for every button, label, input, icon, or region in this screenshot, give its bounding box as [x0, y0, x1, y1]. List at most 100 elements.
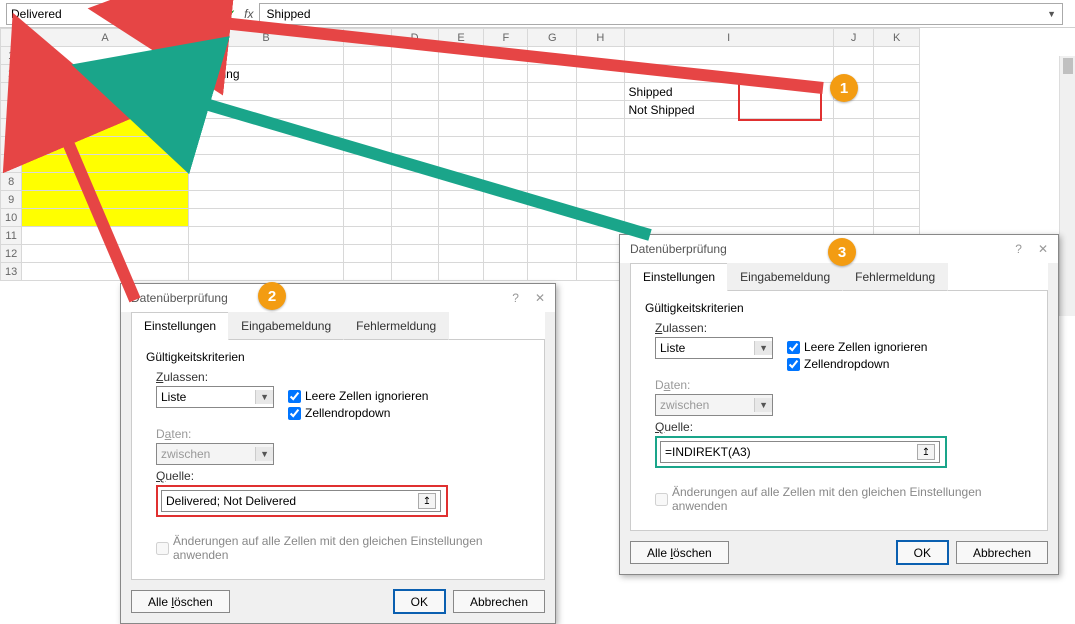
cell[interactable]: Not Shipped	[624, 101, 833, 119]
in-cell-dropdown-checkbox[interactable]: Zellendropdown	[787, 357, 927, 371]
row-header[interactable]: 2	[1, 65, 22, 83]
tab-error-alert[interactable]: Fehlermeldung	[842, 263, 948, 291]
formula-value: Shipped	[266, 7, 310, 21]
tab-settings[interactable]: Einstellungen	[630, 263, 728, 291]
row-header[interactable]: 8	[1, 173, 22, 191]
source-label: Quelle:	[156, 469, 530, 483]
allow-dropdown[interactable]: Liste▼	[655, 337, 773, 359]
accept-icon[interactable]: ✓	[226, 7, 236, 21]
chevron-down-icon: ▼	[255, 390, 273, 404]
row-header[interactable]: 9	[1, 191, 22, 209]
dialog-body: Gültigkeitskriterien Zulassen: Liste▼ Le…	[630, 290, 1048, 531]
row-header[interactable]: 11	[1, 227, 22, 245]
badge-3: 3	[828, 238, 856, 266]
formula-bar: Delivered ▼ ⋮ ✕ ✓ fx Shipped ▼	[0, 0, 1075, 28]
tab-settings[interactable]: Einstellungen	[131, 312, 229, 340]
col-header[interactable]: E	[438, 29, 484, 47]
range-select-icon[interactable]: ↥	[917, 444, 935, 460]
dialog-buttons: Alle löschen OK Abbrechen	[121, 580, 555, 623]
fx-buttons: ✕ ✓ fx	[208, 7, 253, 21]
data-validation-dialog-2: Datenüberprüfung ? ✕ Einstellungen Eingab…	[120, 283, 556, 624]
chevron-down-icon[interactable]: ▼	[162, 9, 171, 19]
cancel-button[interactable]: Abbrechen	[956, 541, 1048, 564]
dialog-title: Datenüberprüfung	[131, 291, 228, 305]
col-header[interactable]: G	[528, 29, 577, 47]
dialog-title: Datenüberprüfung	[630, 242, 727, 256]
data-validation-dialog-3: Datenüberprüfung ? ✕ Einstellungen Eingab…	[619, 234, 1059, 575]
cell[interactable]: Shipping	[188, 65, 343, 83]
col-header[interactable]: H	[577, 29, 624, 47]
row-header[interactable]: 13	[1, 263, 22, 281]
row-header[interactable]: 4	[1, 101, 22, 119]
source-input[interactable]: Delivered; Not Delivered↥	[161, 490, 441, 512]
col-header[interactable]: K	[874, 29, 920, 47]
col-header[interactable]: F	[484, 29, 528, 47]
chevron-down-icon[interactable]: ▼	[1047, 9, 1056, 19]
cell[interactable]: Delivered	[22, 83, 189, 101]
data-dropdown: zwischen▼	[655, 394, 773, 416]
data-label: Daten:	[156, 427, 530, 441]
dialog-tabs: Einstellungen Eingabemeldung Fehlermeldu…	[131, 312, 545, 340]
badge-1: 1	[830, 74, 858, 102]
row-header[interactable]: 7	[1, 155, 22, 173]
help-icon[interactable]: ?	[512, 291, 519, 305]
help-icon[interactable]: ?	[1015, 242, 1022, 256]
criteria-label: Gültigkeitskriterien	[645, 301, 1033, 315]
dialog-tabs: Einstellungen Eingabemeldung Fehlermeldu…	[630, 263, 1048, 291]
fx-icon[interactable]: fx	[244, 7, 253, 21]
ignore-blank-checkbox[interactable]: Leere Zellen ignorieren	[288, 389, 428, 403]
allow-dropdown[interactable]: Liste▼	[156, 386, 274, 408]
cancel-button[interactable]: Abbrechen	[453, 590, 545, 613]
ok-button[interactable]: OK	[897, 541, 948, 564]
dialog-titlebar[interactable]: Datenüberprüfung ? ✕	[121, 284, 555, 312]
chevron-down-icon: ▼	[754, 341, 772, 355]
allow-label: Zulassen:	[156, 370, 530, 384]
chevron-down-icon: ▼	[255, 447, 273, 461]
row-header[interactable]: 1	[1, 47, 22, 65]
separator: ⋮	[182, 5, 202, 22]
in-cell-dropdown-checkbox[interactable]: Zellendropdown	[288, 406, 428, 420]
cancel-icon[interactable]: ✕	[208, 7, 218, 21]
close-icon[interactable]: ✕	[535, 291, 545, 305]
apply-all-checkbox: Änderungen auf alle Zellen mit den gleic…	[156, 534, 530, 562]
col-header[interactable]: A	[22, 29, 189, 47]
tab-input-message[interactable]: Eingabemeldung	[727, 263, 843, 291]
formula-input[interactable]: Shipped ▼	[259, 3, 1063, 25]
row-header[interactable]: 3	[1, 83, 22, 101]
source-input[interactable]: =INDIREKT(A3)↥	[660, 441, 940, 463]
source-label: Quelle:	[655, 420, 1033, 434]
row-header[interactable]: 5	[1, 119, 22, 137]
ok-button[interactable]: OK	[394, 590, 445, 613]
criteria-label: Gültigkeitskriterien	[146, 350, 530, 364]
cell[interactable]: Status	[22, 65, 189, 83]
row-header[interactable]: 10	[1, 209, 22, 227]
scroll-thumb[interactable]	[1063, 58, 1073, 74]
data-label: Daten:	[655, 378, 1033, 392]
cell[interactable]: Shipped	[624, 83, 833, 101]
apply-all-checkbox: Änderungen auf alle Zellen mit den gleic…	[655, 485, 1033, 513]
tab-input-message[interactable]: Eingabemeldung	[228, 312, 344, 340]
clear-all-button[interactable]: Alle löschen	[131, 590, 230, 613]
vertical-scrollbar[interactable]	[1059, 56, 1075, 316]
ignore-blank-checkbox[interactable]: Leere Zellen ignorieren	[787, 340, 927, 354]
chevron-down-icon: ▼	[754, 398, 772, 412]
name-box-value: Delivered	[11, 7, 62, 21]
row-header[interactable]: 6	[1, 137, 22, 155]
col-header[interactable]: J	[833, 29, 873, 47]
col-header[interactable]: I	[624, 29, 833, 47]
badge-2: 2	[258, 282, 286, 310]
range-select-icon[interactable]: ↥	[418, 493, 436, 509]
tab-error-alert[interactable]: Fehlermeldung	[343, 312, 449, 340]
close-icon[interactable]: ✕	[1038, 242, 1048, 256]
name-box[interactable]: Delivered ▼	[6, 3, 176, 25]
col-header[interactable]: D	[391, 29, 438, 47]
dialog-body: Gültigkeitskriterien Zulassen: Liste▼ Le…	[131, 339, 545, 580]
col-header[interactable]: B	[188, 29, 343, 47]
dialog-buttons: Alle löschen OK Abbrechen	[620, 531, 1058, 574]
clear-all-button[interactable]: Alle löschen	[630, 541, 729, 564]
data-dropdown: zwischen▼	[156, 443, 274, 465]
row-header[interactable]: 12	[1, 245, 22, 263]
corner-cell[interactable]	[1, 29, 22, 47]
col-header[interactable]: C	[344, 29, 391, 47]
allow-label: Zulassen:	[655, 321, 1033, 335]
